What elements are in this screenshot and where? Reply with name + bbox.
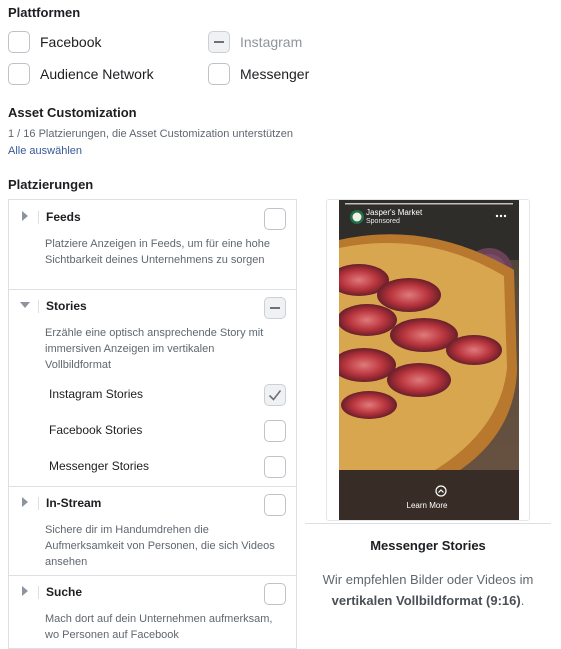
- account-name: Jasper's Market: [366, 208, 423, 217]
- divider: [38, 300, 39, 313]
- in-stream-checkbox[interactable]: [264, 494, 286, 516]
- divider: [38, 497, 39, 510]
- learn-more-cta[interactable]: Learn More: [387, 501, 467, 510]
- story-image: [339, 200, 519, 520]
- asset-customization-heading: Asset Customization: [8, 105, 137, 120]
- checkmark-icon: [268, 390, 282, 401]
- divider: [305, 523, 551, 524]
- placement-item-messenger-stories[interactable]: Messenger Stories: [9, 449, 296, 485]
- feeds-checkbox[interactable]: [264, 208, 286, 230]
- instagram-label[interactable]: Instagram: [240, 34, 302, 50]
- section-description: Sichere dir im Handumdrehen die Aufmerks…: [45, 524, 275, 568]
- audience-network-label[interactable]: Audience Network: [40, 66, 154, 82]
- section-title: In-Stream: [46, 496, 102, 510]
- placement-section-search[interactable]: Suche Mach dort auf dein Unternehmen auf…: [9, 575, 296, 648]
- platforms-heading: Plattformen: [8, 5, 81, 20]
- recommendation-text: Wir empfehlen Bilder oder Videos im: [322, 572, 534, 587]
- section-title: Stories: [46, 299, 87, 313]
- placement-section-in-stream[interactable]: In-Stream Sichere dir im Handumdrehen di…: [9, 486, 296, 576]
- recommendation-end: .: [520, 593, 525, 608]
- section-title: Suche: [46, 585, 83, 599]
- section-description: Mach dort auf dein Unternehmen aufmerksa…: [45, 613, 273, 641]
- caret-right-icon[interactable]: [20, 586, 30, 596]
- facebook-label[interactable]: Facebook: [40, 34, 101, 50]
- placement-section-stories[interactable]: Stories Erzähle eine optisch ansprechend…: [9, 289, 296, 487]
- select-all-link[interactable]: Alle auswählen: [8, 145, 82, 157]
- item-label: Facebook Stories: [49, 423, 143, 437]
- item-label: Messenger Stories: [49, 459, 150, 473]
- messenger-label[interactable]: Messenger: [240, 66, 309, 82]
- stories-checkbox[interactable]: [264, 297, 286, 319]
- section-description: Erzähle eine optisch ansprechende Story …: [45, 327, 264, 371]
- caret-right-icon[interactable]: [20, 497, 30, 507]
- placements-list: Feeds Platziere Anzeigen in Feeds, um fü…: [8, 199, 297, 649]
- placement-item-facebook-stories[interactable]: Facebook Stories: [9, 413, 296, 449]
- item-label: Instagram Stories: [49, 387, 144, 401]
- divider: [38, 586, 39, 599]
- messenger-stories-checkbox[interactable]: [264, 456, 286, 478]
- caret-down-icon[interactable]: [20, 300, 30, 310]
- sponsored-label: Sponsored: [366, 218, 400, 225]
- audience-network-checkbox[interactable]: [8, 63, 30, 85]
- preview-recommendation: Wir empfehlen Bilder oder Videos im vert…: [305, 569, 551, 611]
- divider: [38, 211, 39, 224]
- caret-right-icon[interactable]: [20, 211, 30, 221]
- instagram-stories-checkbox[interactable]: [264, 384, 286, 406]
- placements-heading: Platzierungen: [8, 177, 94, 192]
- section-description: Platziere Anzeigen in Feeds, um für eine…: [45, 238, 271, 266]
- section-title: Feeds: [46, 210, 81, 224]
- placement-item-instagram-stories[interactable]: Instagram Stories: [9, 377, 296, 413]
- search-checkbox[interactable]: [264, 583, 286, 605]
- placement-section-feeds[interactable]: Feeds Platziere Anzeigen in Feeds, um fü…: [9, 200, 296, 290]
- asset-customization-summary: 1 / 16 Platzierungen, die Asset Customiz…: [8, 128, 293, 140]
- story-preview: Jasper's Market Sponsored Learn More: [326, 199, 530, 521]
- preview-title: Messenger Stories: [370, 538, 486, 553]
- messenger-checkbox[interactable]: [208, 63, 230, 85]
- instagram-checkbox[interactable]: [208, 31, 230, 53]
- recommendation-format: vertikalen Vollbildformat (9:16): [331, 593, 521, 608]
- facebook-stories-checkbox[interactable]: [264, 420, 286, 442]
- facebook-checkbox[interactable]: [8, 31, 30, 53]
